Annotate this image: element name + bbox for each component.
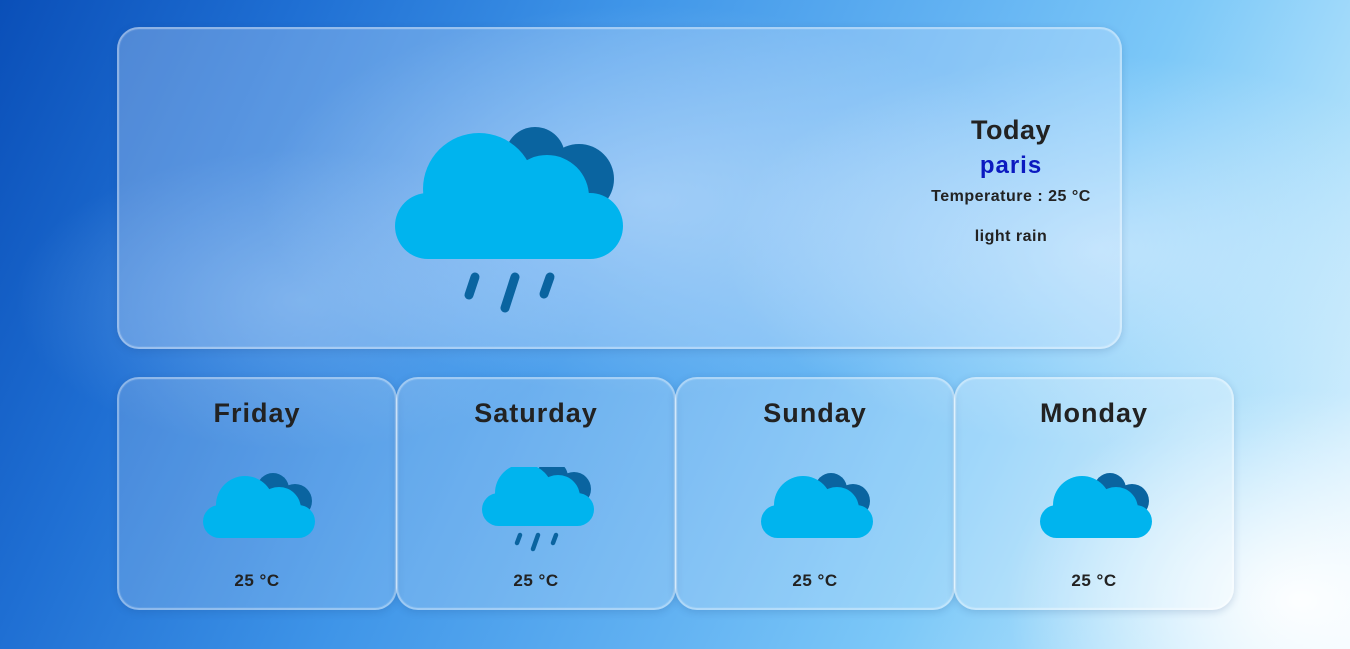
forecast-day-name: Monday [1039, 398, 1148, 428]
forecast-day-name: Sunday [763, 398, 867, 428]
weather-description: light rain [974, 228, 1048, 245]
forecast-day-name: Friday [213, 398, 301, 428]
forecast-temperature: 25 °C [513, 571, 559, 590]
today-title: Today [970, 115, 1051, 145]
cloud-icon [203, 473, 315, 538]
forecast-day-name: Saturday [474, 398, 598, 428]
forecast-temperature: 25 °C [234, 571, 280, 590]
today-temperature: Temperature : 25 °C [931, 188, 1091, 205]
forecast-card-friday: Friday 25 °C [117, 377, 397, 610]
rain-cloud-icon [395, 127, 623, 313]
forecast-card-sunday: Sunday 25 °C [675, 377, 955, 610]
forecast-temperature: 25 °C [792, 571, 838, 590]
today-info: Today paris Temperature : 25 °C light ra… [859, 109, 1163, 248]
today-card: Today paris Temperature : 25 °C light ra… [117, 27, 1122, 349]
forecast-card-monday: Monday 25 °C [954, 377, 1234, 610]
city-name: paris [979, 152, 1043, 179]
rain-cloud-icon [482, 467, 594, 552]
forecast-temperature: 25 °C [1071, 571, 1117, 590]
forecast-card-saturday: Saturday 25 °C [396, 377, 676, 610]
cloud-icon [761, 473, 873, 538]
cloud-icon [1040, 473, 1152, 538]
